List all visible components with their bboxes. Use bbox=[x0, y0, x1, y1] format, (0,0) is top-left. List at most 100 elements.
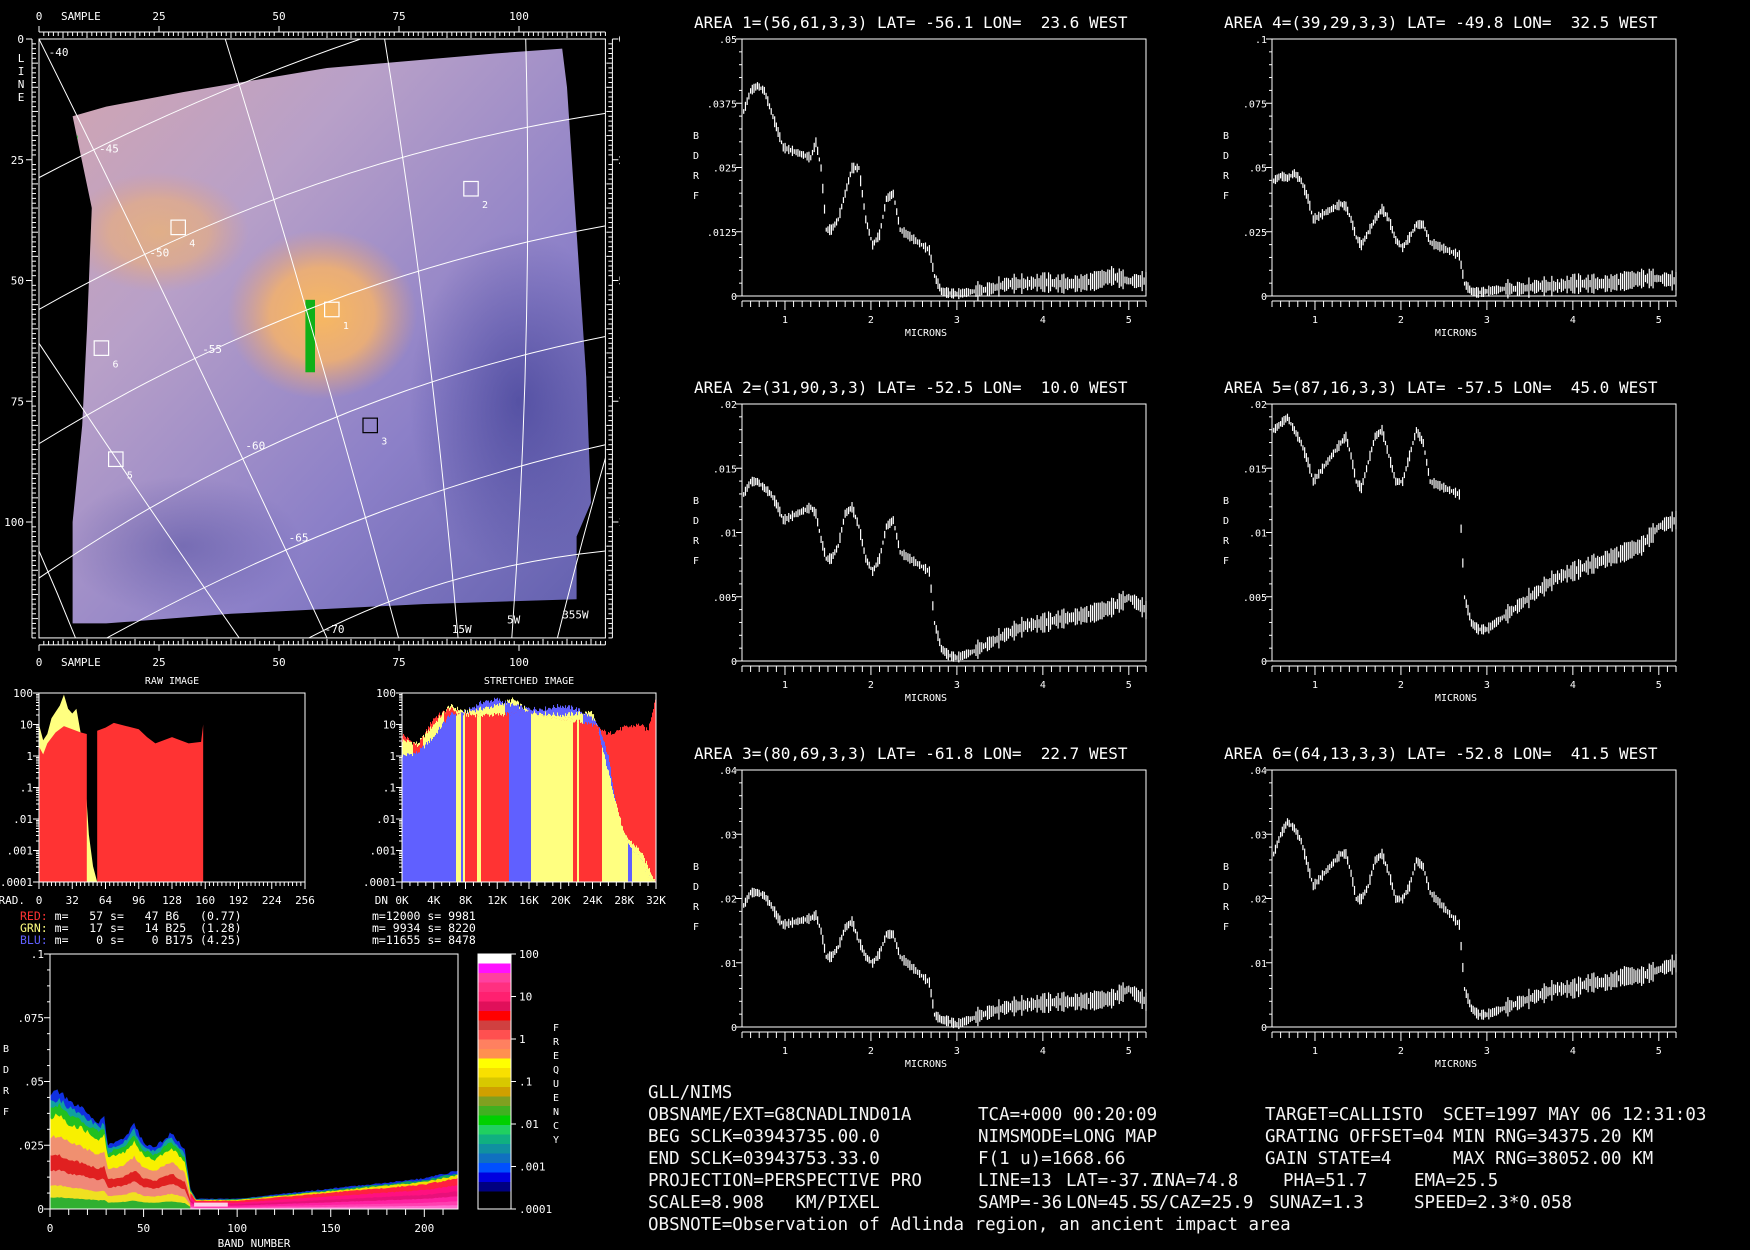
histogram-column bbox=[444, 721, 446, 882]
histogram-column bbox=[437, 733, 439, 882]
histogram-column bbox=[536, 714, 538, 882]
x-tick-label: 160 bbox=[195, 894, 215, 907]
projected-image-map[interactable]: -40-45-50-55-60-65-7015W5W355W1234560000… bbox=[0, 0, 620, 672]
spectrum-panel-area-4: AREA 4=(39,29,3,3) LAT= -49.8 LON= 32.5 … bbox=[1220, 8, 1700, 353]
colorbar-title-letter: U bbox=[553, 1079, 559, 1090]
edge-strip bbox=[72, 135, 78, 416]
x-tick-label: 16K bbox=[519, 894, 539, 907]
histogram-column bbox=[632, 852, 634, 882]
x-tick-label: 2 bbox=[1398, 680, 1404, 691]
x-tick-label: 32K bbox=[646, 894, 666, 907]
y-tick-label: .001 bbox=[370, 845, 397, 858]
y-tick-label: .01 bbox=[719, 959, 737, 970]
dark-region bbox=[72, 476, 303, 617]
histogram-column bbox=[627, 840, 629, 882]
histogram-column bbox=[645, 871, 647, 882]
histogram-column bbox=[496, 714, 498, 882]
x-axis-title: MICRONS bbox=[1435, 693, 1477, 704]
y-tick-label: .02 bbox=[719, 895, 737, 906]
raw-image-histogram: RAW IMAGE 0 32 64 96 128 160 192 224 256 RAD. 100 10… bbox=[0, 676, 315, 907]
histogram-column bbox=[494, 712, 496, 882]
histogram-column bbox=[543, 716, 545, 882]
line-axis-title: E bbox=[18, 91, 25, 104]
line-tick-label: 0 bbox=[17, 33, 24, 46]
spectrum-panel-area-3: AREA 3=(80,69,3,3) LAT= -61.8 LON= 22.7 … bbox=[690, 739, 1170, 1084]
colorbar-title-letter: Q bbox=[553, 1065, 559, 1076]
histogram-column bbox=[431, 740, 433, 882]
histogram-column bbox=[405, 755, 407, 882]
histogram-column bbox=[552, 717, 554, 882]
y-tick-label: .05 bbox=[24, 1076, 44, 1089]
histogram-column bbox=[653, 709, 655, 882]
histogram-column bbox=[522, 713, 524, 882]
histogram-column bbox=[473, 715, 475, 882]
histogram-column bbox=[563, 719, 565, 882]
histogram-column bbox=[432, 739, 434, 882]
x-tick-label: 3 bbox=[954, 1046, 960, 1057]
histogram-column bbox=[596, 725, 598, 882]
histogram-column bbox=[637, 854, 639, 882]
spectrum-panel-area-5: AREA 5=(87,16,3,3) LAT= -57.5 LON= 45.0 … bbox=[1220, 373, 1700, 718]
histogram-column bbox=[505, 712, 507, 882]
x-tick-label: 4 bbox=[1040, 680, 1046, 691]
histogram-column bbox=[408, 753, 410, 882]
axis-ticks bbox=[1266, 38, 1677, 310]
area-box-label: 6 bbox=[112, 359, 118, 370]
histogram-column bbox=[620, 817, 622, 882]
histogram-column bbox=[511, 712, 513, 882]
longitude-label: 5W bbox=[507, 613, 521, 626]
histogram-column bbox=[576, 719, 578, 882]
histogram-column bbox=[573, 722, 575, 882]
x-tick-label: 4 bbox=[1570, 315, 1576, 326]
y-tick-label: 1 bbox=[26, 750, 33, 763]
histogram-column bbox=[545, 712, 547, 882]
histogram-column bbox=[569, 717, 571, 882]
plot-frame bbox=[741, 769, 1147, 1028]
latitude-label: -45 bbox=[99, 143, 119, 156]
histogram-column bbox=[611, 786, 613, 882]
histogram-column bbox=[497, 713, 499, 882]
y-tick-label: .025 bbox=[18, 1139, 45, 1152]
histogram-column bbox=[514, 713, 516, 882]
y-tick-label: .1 bbox=[383, 782, 396, 795]
spectrum-plot: 1 2 3 4 5 MICRONS 0 .005 .01 .015 .02 BDRF bbox=[1223, 400, 1677, 704]
obsname: OBSNAME/EXT=G8CNADLIND01A bbox=[648, 1105, 912, 1125]
histogram-column bbox=[472, 714, 474, 882]
y-axis-letter: B bbox=[1223, 496, 1229, 507]
area-title: AREA 2=(31,90,3,3) LAT= -52.5 LON= 10.0 … bbox=[694, 378, 1128, 397]
histogram-column bbox=[606, 766, 608, 882]
y-axis-letter: F bbox=[3, 1107, 9, 1118]
y-tick-label: 10 bbox=[383, 719, 396, 732]
histogram-column bbox=[581, 722, 583, 882]
x-tick-label: 4 bbox=[1040, 315, 1046, 326]
x-tick-label: 4 bbox=[1570, 680, 1576, 691]
y-tick-label: .02 bbox=[1249, 400, 1267, 411]
histogram-red bbox=[97, 722, 204, 882]
histogram-title: RAW IMAGE bbox=[145, 676, 199, 687]
max-range: MAX RNG=38052.00 KM bbox=[1453, 1149, 1654, 1169]
x-tick-label: 24K bbox=[583, 894, 603, 907]
histogram-column bbox=[530, 713, 532, 882]
colorbar-tick-label: 100 bbox=[519, 948, 539, 961]
spectrum-series bbox=[743, 476, 1147, 663]
min-range: MIN RNG=34375.20 KM bbox=[1453, 1127, 1654, 1147]
x-axis-title: MICRONS bbox=[905, 328, 947, 339]
histogram-column bbox=[416, 751, 418, 882]
x-tick-label: 5 bbox=[1126, 1046, 1132, 1057]
x-tick-label: 8K bbox=[459, 894, 473, 907]
colorbar-swatch bbox=[478, 1115, 511, 1126]
colorbar-swatch bbox=[478, 1134, 511, 1145]
colorbar-swatch bbox=[478, 1106, 511, 1116]
histogram-column bbox=[533, 713, 535, 882]
x-tick-label: 150 bbox=[321, 1222, 341, 1235]
nims-mode: NIMSMODE=LONG MAP bbox=[978, 1127, 1158, 1147]
density-peak bbox=[194, 1202, 228, 1207]
y-tick-label: .015 bbox=[713, 464, 737, 475]
colorbar-swatch bbox=[478, 1125, 511, 1135]
histogram-column bbox=[433, 737, 435, 882]
histogram-column bbox=[469, 712, 471, 882]
histogram-column bbox=[648, 877, 650, 882]
histogram-column bbox=[548, 715, 550, 882]
colorbar-swatch bbox=[478, 1020, 511, 1031]
histogram-column bbox=[518, 710, 520, 882]
